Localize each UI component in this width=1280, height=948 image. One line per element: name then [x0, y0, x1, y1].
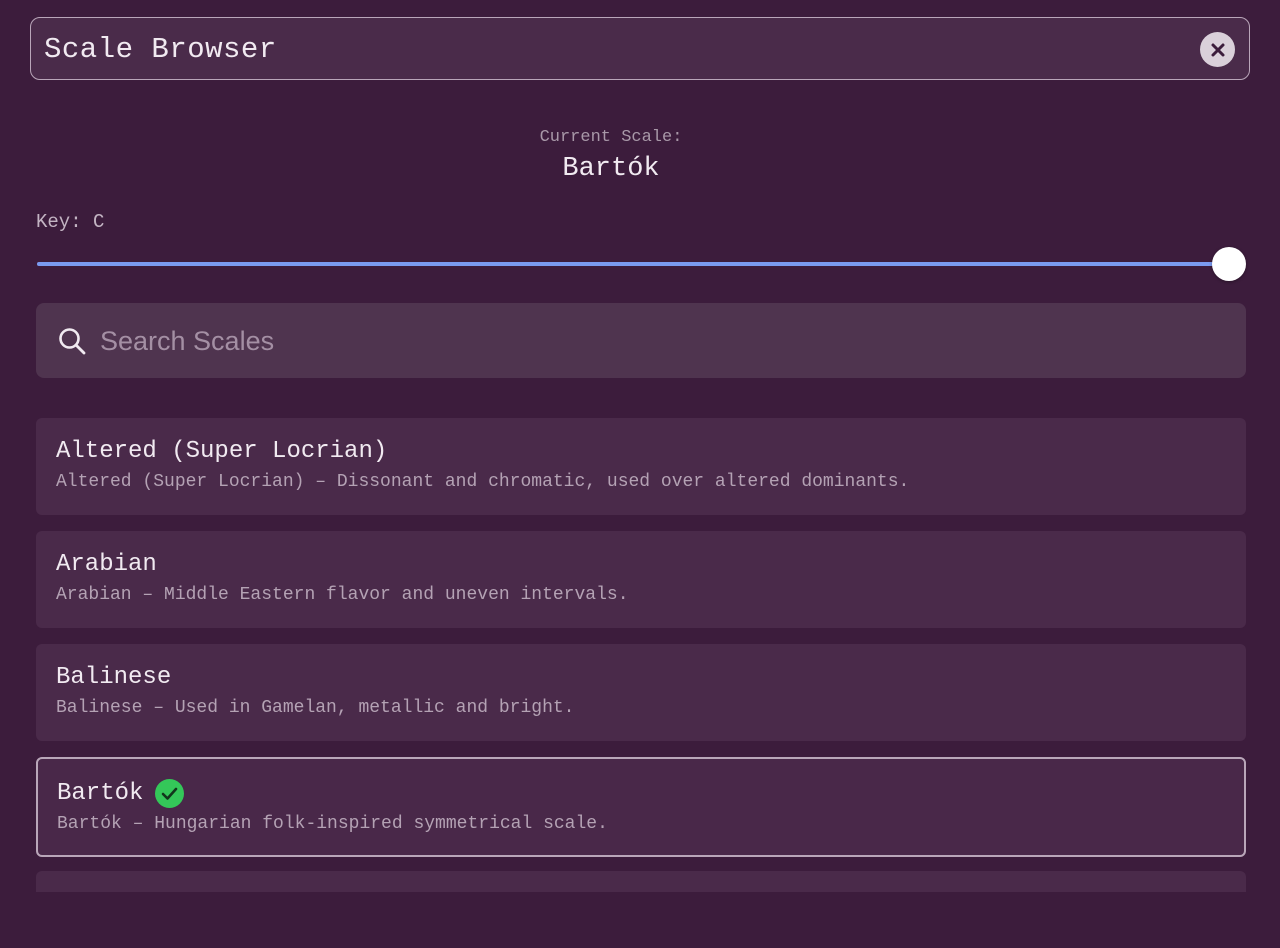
- scale-name: Altered (Super Locrian): [56, 438, 388, 465]
- slider-fill: [37, 262, 1229, 266]
- slider-thumb[interactable]: [1212, 247, 1246, 281]
- scale-description: Arabian – Middle Eastern flavor and unev…: [56, 585, 629, 605]
- scale-name: Balinese: [56, 664, 172, 691]
- key-label: Key: C: [36, 211, 105, 233]
- scale-list-item[interactable]: Balinese Balinese – Used in Gamelan, meta…: [36, 644, 1246, 741]
- scale-name-row: Balinese: [56, 664, 1226, 692]
- scale-list-item[interactable]: Arabian Arabian – Middle Eastern flavor a…: [36, 531, 1246, 628]
- current-scale-label: Current Scale:: [539, 128, 683, 147]
- scale-description: Bartók – Hungarian folk-inspired symmetr…: [57, 814, 608, 834]
- checkmark-icon: [155, 779, 185, 808]
- search-input[interactable]: [100, 321, 1220, 361]
- scale-list: Altered (Super Locrian) Altered (Super Lo…: [36, 418, 1247, 892]
- close-button[interactable]: [1200, 32, 1235, 67]
- search-bar[interactable]: [36, 303, 1246, 378]
- key-slider[interactable]: [37, 245, 1247, 283]
- current-scale-value: Bartók: [562, 154, 660, 184]
- close-icon: [1211, 43, 1224, 56]
- scale-list-item[interactable]: Altered (Super Locrian) Altered (Super Lo…: [36, 418, 1246, 515]
- title-bar: Scale Browser: [30, 17, 1250, 80]
- scale-name-row: Altered (Super Locrian): [56, 438, 1226, 466]
- scale-list-item[interactable]: Bartók Bartók – Hungarian folk-inspired s…: [36, 757, 1246, 857]
- search-icon: [59, 328, 86, 355]
- page-title: Scale Browser: [44, 33, 277, 66]
- scale-name: Bartók: [57, 779, 144, 807]
- scale-name: Arabian: [56, 551, 157, 578]
- scale-name-row: Bartók: [57, 779, 1226, 808]
- scale-description: Altered (Super Locrian) – Dissonant and …: [56, 472, 910, 492]
- scale-list-item[interactable]: [36, 871, 1246, 892]
- scale-name-row: Arabian: [56, 551, 1226, 579]
- scale-description: Balinese – Used in Gamelan, metallic and…: [56, 698, 575, 718]
- slider-track: [37, 262, 1229, 266]
